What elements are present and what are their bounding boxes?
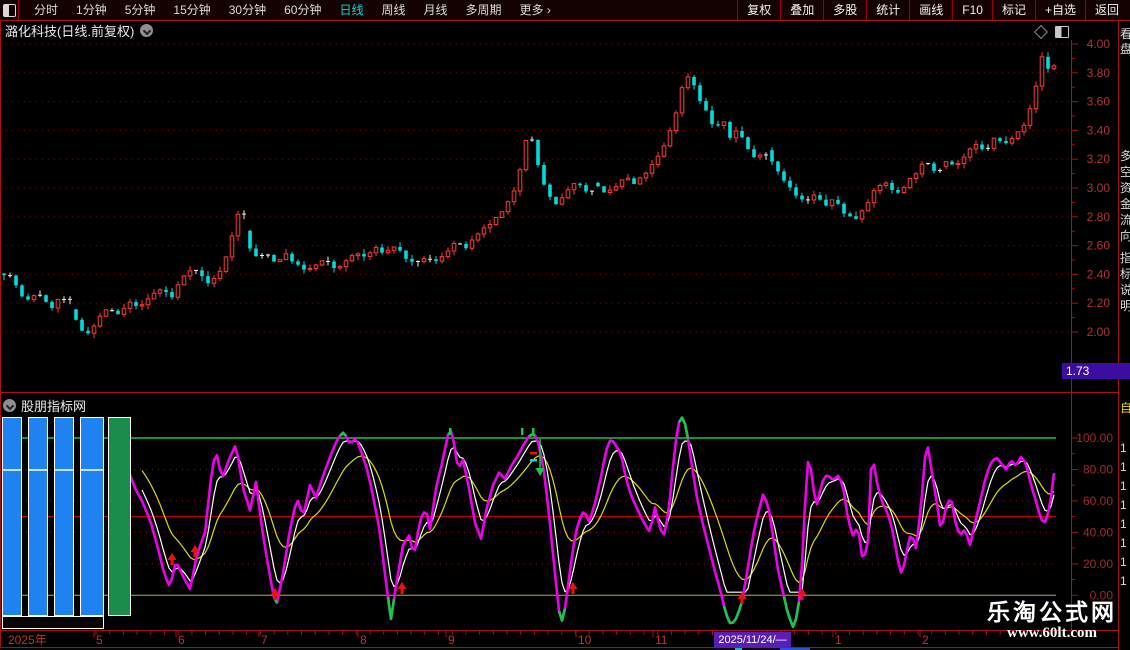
svg-text:2: 2 (922, 633, 929, 647)
svg-text:2025年: 2025年 (8, 633, 47, 647)
period-tab-10[interactable]: 多周期 (457, 0, 511, 20)
action-button-2[interactable]: 叠加 (780, 0, 823, 20)
period-tab-6[interactable]: 60分钟 (275, 0, 330, 20)
sidebar-tab-char[interactable]: 流 (1120, 214, 1130, 227)
action-button-8[interactable]: +自选 (1035, 0, 1085, 20)
chevron-down-icon[interactable] (140, 24, 153, 37)
last-price-badge-ext (1119, 363, 1130, 379)
svg-text:100.00: 100.00 (1076, 431, 1113, 445)
sidebar-tab-char[interactable]: 指 (1120, 252, 1130, 265)
period-tab-5[interactable]: 30分钟 (220, 0, 275, 20)
diamond-marker-icon[interactable] (1034, 25, 1048, 39)
sidebar-tab-char[interactable]: 多 (1120, 150, 1130, 163)
sidebar-tab-char[interactable]: 1 (1120, 537, 1130, 550)
action-button-6[interactable]: F10 (952, 0, 992, 20)
svg-text:3.80: 3.80 (1087, 66, 1111, 80)
last-price-badge: 1.73 (1062, 363, 1123, 379)
action-button-4[interactable]: 统计 (866, 0, 909, 20)
selected-date-badge: 2025/11/24/— (714, 632, 791, 648)
toolbar-actions: 复权叠加多股统计画线F10标记+自选返回 (737, 0, 1128, 20)
period-tab-8[interactable]: 周线 (372, 0, 414, 20)
sidebar-tab-char[interactable]: 金 (1120, 198, 1130, 211)
right-sidebar-tabs[interactable]: 看盘多空资金流向指标说明自 1 1 1 1 1 1 1 1 (1119, 0, 1130, 650)
svg-text:4.00: 4.00 (1087, 37, 1111, 51)
period-tab-11[interactable]: 更多 › (511, 0, 560, 20)
period-tabs: 分时1分钟5分钟15分钟30分钟60分钟日线周线月线多周期更多 › (25, 0, 560, 20)
svg-text:60.00: 60.00 (1083, 494, 1113, 508)
panel-collapse-icon[interactable] (3, 399, 16, 412)
svg-text:11: 11 (655, 633, 668, 647)
watermark-url: www.60lt.com (987, 625, 1117, 642)
svg-text:9: 9 (448, 633, 455, 647)
sidebar-tab-char[interactable]: 1 (1120, 499, 1130, 512)
sidebar-tab-char[interactable]: 1 (1120, 556, 1130, 569)
watermark: 乐淘公式网 www.60lt.com (987, 600, 1117, 642)
action-button-1[interactable]: 复权 (737, 0, 780, 20)
svg-text:3.60: 3.60 (1087, 95, 1111, 109)
indicator-plot[interactable] (0, 413, 1071, 630)
svg-text:6: 6 (178, 633, 185, 647)
svg-text:80.00: 80.00 (1083, 462, 1113, 476)
period-tab-4[interactable]: 15分钟 (164, 0, 219, 20)
trading-app-window: 4.00 3.80 3.60 3.40 3.20 3.00 2.80 2.60 2.40 2.20… (0, 0, 1130, 650)
svg-text:5: 5 (96, 633, 103, 647)
action-button-7[interactable]: 标记 (992, 0, 1035, 20)
svg-text:2.40: 2.40 (1087, 267, 1111, 281)
indicator-panel-header: 股朋指标网 (3, 396, 86, 415)
x-axis: 2025年56789101112 (8, 631, 1055, 647)
sidebar-tab-char[interactable]: 标 (1120, 268, 1130, 281)
sidebar-tab-char[interactable]: 看 (1120, 28, 1130, 41)
svg-text:8: 8 (360, 633, 367, 647)
sidebar-tab-char[interactable]: 明 (1120, 300, 1130, 313)
svg-text:2.20: 2.20 (1087, 296, 1111, 310)
period-tab-3[interactable]: 5分钟 (116, 0, 165, 20)
main-chart-plot[interactable] (0, 40, 1071, 392)
chart-titlebar: 潞化科技(日线.前复权) (5, 22, 153, 38)
sidebar-tab-char[interactable]: 自 (1120, 402, 1130, 415)
sidebar-tab-char[interactable]: 盘 (1120, 43, 1130, 56)
sidebar-tab-char[interactable]: 空 (1120, 166, 1130, 179)
window-layout-button[interactable] (0, 0, 19, 20)
svg-text:2.80: 2.80 (1087, 210, 1111, 224)
sidebar-tab-char[interactable]: 说 (1120, 284, 1130, 297)
window-split-icon (3, 4, 16, 17)
watermark-site-name: 乐淘公式网 (987, 600, 1117, 625)
chart-corner-icons (1036, 26, 1069, 38)
svg-text:2.60: 2.60 (1087, 239, 1111, 253)
sidebar-tab-char[interactable]: 1 (1120, 480, 1130, 493)
sidebar-tab-char[interactable]: 1 (1120, 442, 1130, 455)
sidebar-tab-char[interactable]: 资 (1120, 182, 1130, 195)
svg-text:3.40: 3.40 (1087, 123, 1111, 137)
sidebar-tab-char[interactable]: 向 (1120, 230, 1130, 243)
svg-text:40.00: 40.00 (1083, 525, 1113, 539)
period-tab-9[interactable]: 月线 (415, 0, 457, 20)
stock-title: 潞化科技(日线.前复权) (5, 21, 134, 40)
svg-text:3.00: 3.00 (1087, 181, 1111, 195)
svg-text:2.00: 2.00 (1087, 325, 1111, 339)
period-tab-1[interactable]: 分时 (25, 0, 67, 20)
svg-text:3.20: 3.20 (1087, 152, 1111, 166)
chart-canvas[interactable]: 4.00 3.80 3.60 3.40 3.20 3.00 2.80 2.60 2.40 2.20… (0, 0, 1130, 650)
action-button-5[interactable]: 画线 (909, 0, 952, 20)
sidebar-tab-char[interactable]: 1 (1120, 461, 1130, 474)
indicator-name: 股朋指标网 (21, 396, 86, 415)
action-button-3[interactable]: 多股 (823, 0, 866, 20)
sidebar-tab-char[interactable]: 1 (1120, 518, 1130, 531)
svg-text:20.00: 20.00 (1083, 557, 1113, 571)
sidebar-tab-char[interactable]: 1 (1120, 575, 1130, 588)
svg-text:1: 1 (835, 633, 842, 647)
period-tab-7[interactable]: 日线 (330, 0, 372, 20)
action-button-9[interactable]: 返回 (1085, 0, 1128, 20)
svg-text:7: 7 (261, 633, 268, 647)
pane-toggle-icon[interactable] (1055, 26, 1069, 38)
period-tab-2[interactable]: 1分钟 (67, 0, 116, 20)
svg-text:10: 10 (578, 633, 592, 647)
